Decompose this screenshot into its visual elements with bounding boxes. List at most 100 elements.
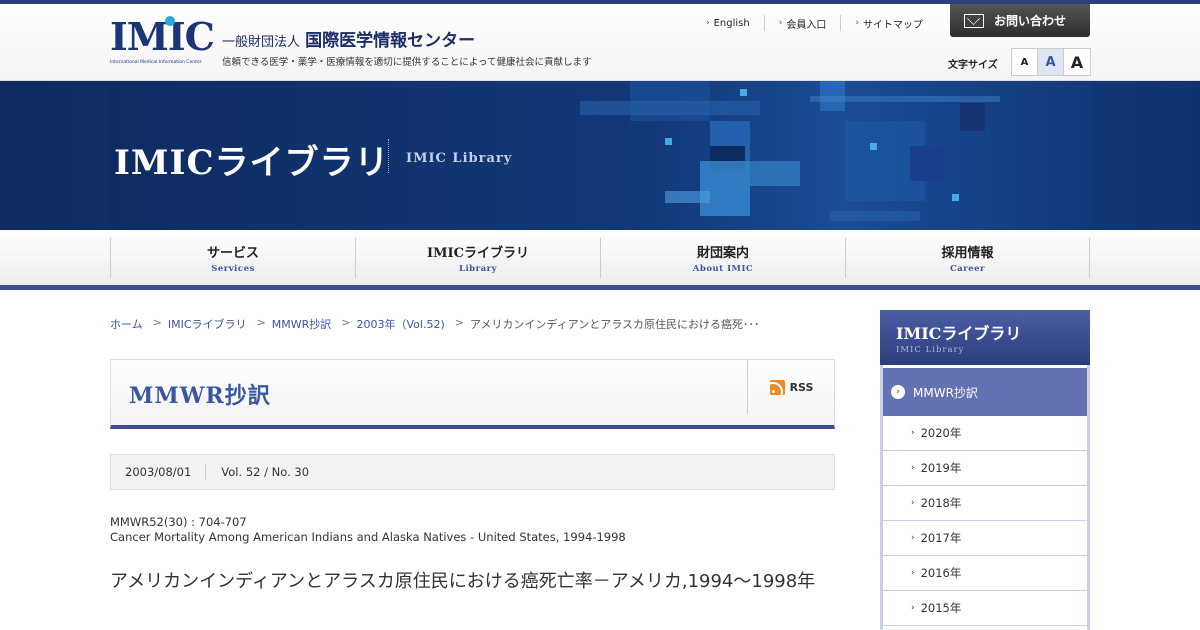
hero-decoration [910, 146, 945, 181]
logo-text: IMIC [110, 14, 215, 59]
sidebar-category-mmwr[interactable]: › MMWR抄訳 [883, 368, 1087, 416]
reference-citation: MMWR52(30) : 704-707 [110, 515, 247, 529]
breadcrumb-mmwr[interactable]: MMWR抄訳 [272, 316, 332, 332]
logo-subtext: International Medical Information Center [110, 60, 202, 65]
breadcrumb: ホーム > IMICライブラリ > MMWR抄訳 > 2003年（Vol.52)… [110, 316, 760, 332]
logo-dot-icon [165, 16, 175, 26]
hero-decoration [665, 191, 710, 203]
page-title: MMWR抄訳 [129, 383, 271, 409]
font-size-switcher: A A A [1011, 48, 1091, 76]
sidebar-item-2016[interactable]: › 2016年 [883, 556, 1087, 591]
rss-icon [769, 379, 785, 395]
article-volume: Vol. 52 / No. 30 [221, 465, 310, 479]
sidebar-item-label: 2018年 [920, 496, 962, 510]
nav-label-en: About IMIC [692, 264, 754, 274]
rss-button[interactable]: RSS [747, 360, 835, 414]
nav-label: 財団案内 [696, 246, 749, 261]
hero-decoration [830, 211, 920, 221]
chevron-right-icon: › [911, 498, 915, 508]
breadcrumb-separator: > [454, 316, 464, 329]
sitemap-label: サイトマップ [862, 19, 923, 31]
article-reference: MMWR52(30) : 704-707 Cancer Mortality Am… [110, 515, 626, 545]
organization-name: 一般財団法人 国際医学情報センター [222, 26, 475, 51]
contact-button[interactable]: お問い合わせ [950, 4, 1090, 37]
sidebar-item-2015[interactable]: › 2015年 [883, 591, 1087, 626]
sidebar-item-2020[interactable]: › 2020年 [883, 416, 1087, 451]
hero-decoration [750, 161, 800, 186]
chevron-right-icon: › [911, 603, 915, 613]
hero-decoration [952, 194, 959, 201]
nav-label: サービス [206, 246, 259, 261]
sidebar-item-label: 2015年 [920, 601, 962, 615]
font-size-small-button[interactable]: A [1012, 49, 1038, 75]
sidebar-item-label: 2016年 [920, 566, 962, 580]
nav-services[interactable]: サービス Services [110, 238, 355, 278]
hero-decoration [700, 161, 750, 216]
breadcrumb-separator: > [256, 316, 266, 329]
sidebar-subtitle: IMIC Library [896, 345, 965, 355]
breadcrumb-separator: > [341, 316, 351, 329]
nav-label-en: Services [211, 264, 255, 274]
english-link[interactable]: › English [706, 15, 765, 31]
org-prefix: 一般財団法人 [222, 35, 301, 50]
reference-english-title: Cancer Mortality Among American Indians … [110, 530, 626, 544]
nav-label-en: Career [949, 264, 986, 274]
nav-label: IMICライブラリ [427, 246, 529, 261]
hero-decoration [810, 96, 1000, 102]
sidebar-item-2018[interactable]: › 2018年 [883, 486, 1087, 521]
nav-label-en: Library [458, 264, 498, 274]
member-login-label: 会員入口 [786, 19, 827, 31]
sidebar-item-2017[interactable]: › 2017年 [883, 521, 1087, 556]
font-size-label: 文字サイズ [948, 60, 998, 71]
breadcrumb-year[interactable]: 2003年（Vol.52) [357, 316, 445, 332]
global-navigation-inner: サービス Services IMICライブラリ Library 財団案内 Abo… [110, 238, 1090, 278]
chevron-right-icon: › [911, 568, 915, 578]
hero-decoration [740, 89, 747, 96]
nav-about[interactable]: 財団案内 About IMIC [600, 238, 845, 278]
member-login-link[interactable]: › 会員入口 [779, 15, 842, 31]
mail-icon [964, 13, 984, 28]
sidebar-item-2019[interactable]: › 2019年 [883, 451, 1087, 486]
sidebar-item-label: 2017年 [920, 531, 962, 545]
hero-divider [388, 139, 389, 173]
sidebar-item-label: 2019年 [920, 461, 962, 475]
global-navigation: サービス Services IMICライブラリ Library 財団案内 Abo… [0, 230, 1200, 290]
hero-decoration [580, 101, 760, 115]
english-link-label: English [713, 17, 750, 29]
breadcrumb-separator: > [152, 316, 162, 329]
nav-library[interactable]: IMICライブラリ Library [355, 238, 600, 278]
chevron-right-icon: › [911, 428, 915, 438]
nav-label: 採用情報 [941, 246, 994, 261]
article-title: アメリカンインディアンとアラスカ原住民における癌死亡率－アメリカ,1994～19… [110, 571, 816, 592]
font-size-large-button[interactable]: A [1064, 49, 1090, 75]
article-date: 2003/08/01 [111, 464, 207, 480]
contact-label: お問い合わせ [994, 14, 1067, 28]
hero-decoration [960, 103, 985, 131]
hero-title: IMICライブラリ [114, 143, 390, 183]
sidebar-header: IMICライブラリ IMIC Library [880, 310, 1090, 365]
hero-decoration [870, 143, 877, 150]
rss-label: RSS [789, 380, 814, 394]
nav-career[interactable]: 採用情報 Career [845, 238, 1090, 278]
chevron-right-icon: › [911, 463, 915, 473]
chevron-right-icon: › [855, 18, 859, 28]
sidebar-year-list: › 2020年 › 2019年 › 2018年 › 2017年 › 2016年 › 2015… [883, 416, 1087, 626]
breadcrumb-home[interactable]: ホーム [110, 316, 143, 332]
hero-banner: IMICライブラリ IMIC Library [0, 81, 1200, 230]
imic-logo[interactable]: IMIC International Medical Information C… [110, 14, 215, 72]
article-meta-bar: 2003/08/01 Vol. 52 / No. 30 [110, 454, 835, 490]
sidebar-item-label: 2020年 [920, 426, 962, 440]
chevron-circle-icon: › [891, 385, 905, 399]
font-size-medium-button[interactable]: A [1038, 49, 1064, 75]
hero-subtitle: IMIC Library [406, 151, 513, 166]
chevron-right-icon: › [778, 18, 783, 28]
breadcrumb-current: アメリカンインディアンとアラスカ原住民における癌死･･･ [469, 318, 760, 331]
breadcrumb-library[interactable]: IMICライブラリ [168, 316, 247, 332]
utility-links: › English › 会員入口 › サイトマップ [706, 15, 937, 31]
tagline: 信頼できる医学・薬学・医療情報を適切に提供することによって健康社会に貢献します [222, 57, 592, 68]
chevron-right-icon: › [911, 533, 915, 543]
org-main-name: 国際医学情報センター [305, 31, 476, 51]
sitemap-link[interactable]: › サイトマップ [855, 15, 937, 31]
chevron-right-icon: › [706, 18, 710, 28]
sidebar-title: IMICライブラリ [896, 324, 1022, 343]
